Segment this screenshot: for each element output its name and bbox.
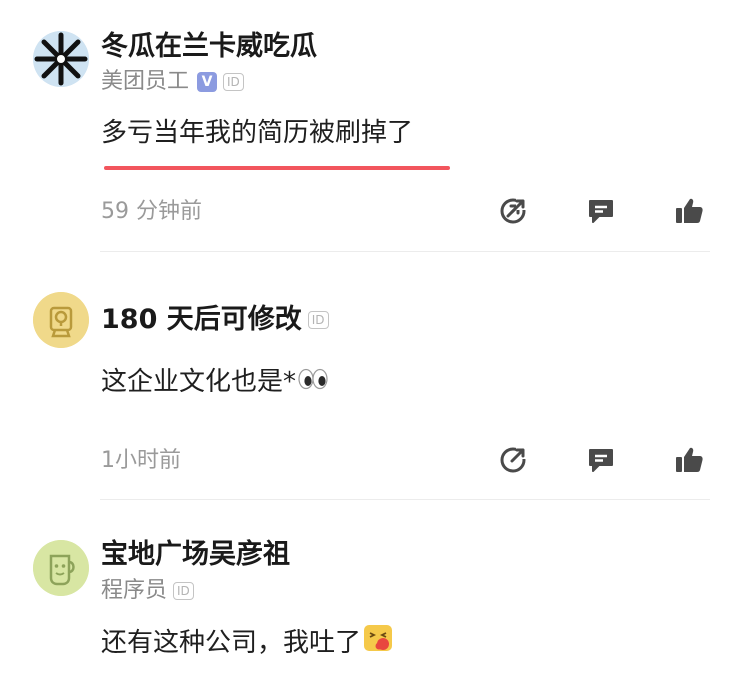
cup-avatar-icon: [33, 540, 89, 596]
vomit-emoji-icon: [363, 624, 393, 661]
comment-text: 还有这种公司，我吐了: [101, 624, 393, 661]
author-role: 程序员 ID: [101, 577, 194, 605]
comment-text-content: 还有这种公司，我吐了: [101, 627, 362, 658]
author-name[interactable]: 宝地广场吴彦祖: [101, 538, 290, 572]
comment-3: 宝地广场吴彦祖 程序员 ID 还有这种公司，我吐了: [0, 0, 750, 676]
author-avatar[interactable]: [33, 540, 89, 596]
id-badge: ID: [173, 582, 194, 600]
author-name-text: 宝地广场吴彦祖: [101, 539, 290, 570]
role-text: 程序员: [101, 578, 168, 603]
